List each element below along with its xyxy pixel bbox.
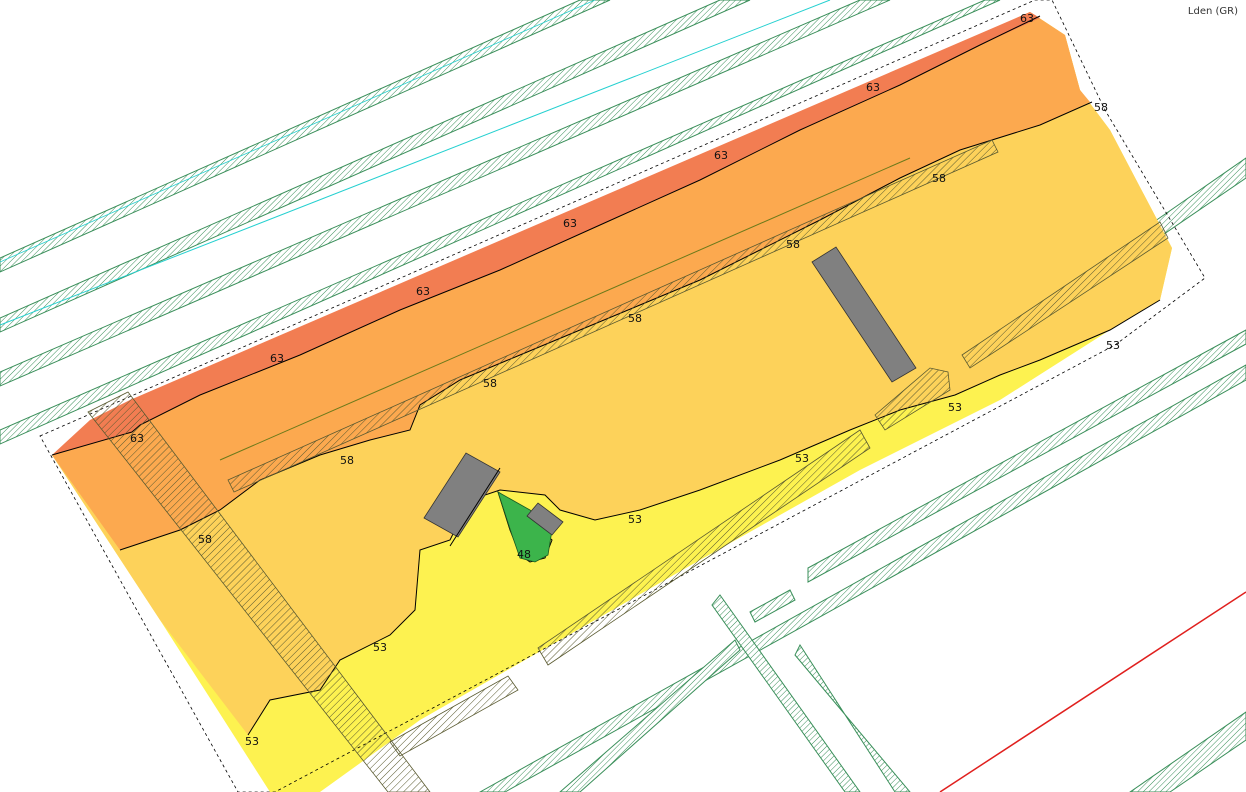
contour-label: 63 bbox=[130, 432, 144, 445]
track-strip bbox=[559, 639, 741, 792]
contour-label: 63 bbox=[714, 149, 728, 162]
cyan-track-line bbox=[0, 0, 596, 263]
contour-label: 58 bbox=[628, 312, 642, 325]
noise-zones bbox=[52, 12, 1172, 792]
contour-label: 48 bbox=[517, 548, 531, 561]
contour-label: 58 bbox=[1094, 101, 1108, 114]
noise-map: 63 63 63 63 63 63 63 58 58 58 58 58 58 5… bbox=[0, 0, 1246, 792]
contour-label: 58 bbox=[340, 454, 354, 467]
contour-label: 58 bbox=[932, 172, 946, 185]
contour-label: 58 bbox=[198, 533, 212, 546]
contour-label: 58 bbox=[483, 377, 497, 390]
contour-label: 63 bbox=[563, 217, 577, 230]
track-strip bbox=[749, 589, 796, 623]
track-strip bbox=[794, 643, 911, 792]
contour-label: 63 bbox=[416, 285, 430, 298]
contour-label: 63 bbox=[270, 352, 284, 365]
track-strip bbox=[1129, 711, 1246, 792]
contour-label: 53 bbox=[948, 401, 962, 414]
contour-label: 53 bbox=[1106, 339, 1120, 352]
contour-label: 53 bbox=[628, 513, 642, 526]
contour-label: 63 bbox=[866, 81, 880, 94]
contour-label: 63 bbox=[1020, 12, 1034, 25]
contour-label: 53 bbox=[245, 735, 259, 748]
contour-label: 53 bbox=[795, 452, 809, 465]
contour-label: 53 bbox=[373, 641, 387, 654]
track-strip bbox=[0, 0, 611, 273]
contour-label: 58 bbox=[786, 238, 800, 251]
